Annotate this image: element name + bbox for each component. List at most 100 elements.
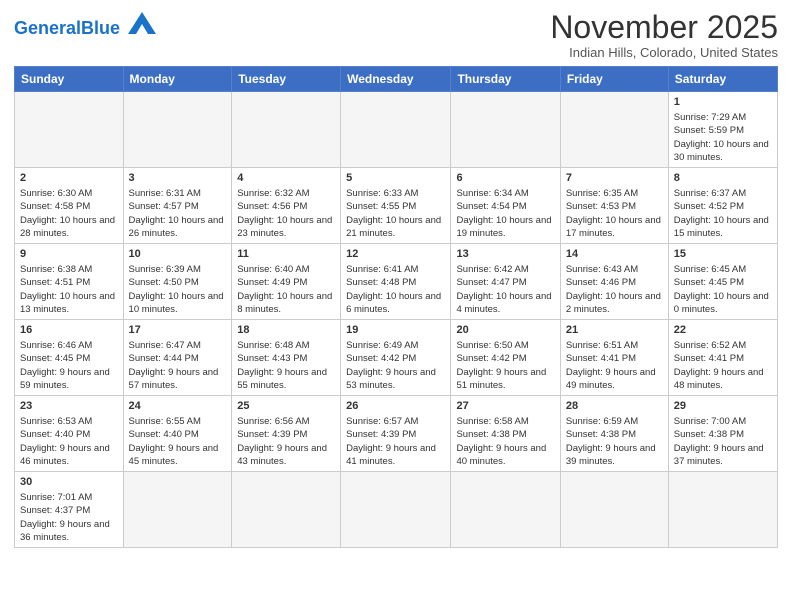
- calendar-day: 17Sunrise: 6:47 AM Sunset: 4:44 PM Dayli…: [123, 320, 232, 396]
- calendar-day: 29Sunrise: 7:00 AM Sunset: 4:38 PM Dayli…: [668, 396, 777, 472]
- day-info: Sunrise: 6:49 AM Sunset: 4:42 PM Dayligh…: [346, 339, 445, 392]
- calendar-day: 30Sunrise: 7:01 AM Sunset: 4:37 PM Dayli…: [15, 472, 124, 548]
- logo-wordmark: GeneralBlue: [14, 14, 156, 39]
- logo-text: GeneralBlue: [14, 18, 125, 38]
- day-info: Sunrise: 6:33 AM Sunset: 4:55 PM Dayligh…: [346, 187, 445, 240]
- header-tuesday: Tuesday: [232, 67, 341, 92]
- day-number: 23: [20, 399, 118, 414]
- calendar-day: 19Sunrise: 6:49 AM Sunset: 4:42 PM Dayli…: [341, 320, 451, 396]
- calendar-day: 24Sunrise: 6:55 AM Sunset: 4:40 PM Dayli…: [123, 396, 232, 472]
- calendar-day: 1Sunrise: 7:29 AM Sunset: 5:59 PM Daylig…: [668, 92, 777, 168]
- day-info: Sunrise: 6:37 AM Sunset: 4:52 PM Dayligh…: [674, 187, 772, 240]
- calendar-day: 12Sunrise: 6:41 AM Sunset: 4:48 PM Dayli…: [341, 244, 451, 320]
- calendar-day: 10Sunrise: 6:39 AM Sunset: 4:50 PM Dayli…: [123, 244, 232, 320]
- day-info: Sunrise: 6:43 AM Sunset: 4:46 PM Dayligh…: [566, 263, 663, 316]
- day-info: Sunrise: 6:58 AM Sunset: 4:38 PM Dayligh…: [456, 415, 554, 468]
- calendar-day: [560, 92, 668, 168]
- page: GeneralBlue November 2025 Indian Hills, …: [0, 0, 792, 612]
- day-info: Sunrise: 6:34 AM Sunset: 4:54 PM Dayligh…: [456, 187, 554, 240]
- day-number: 20: [456, 323, 554, 338]
- calendar-day: 15Sunrise: 6:45 AM Sunset: 4:45 PM Dayli…: [668, 244, 777, 320]
- calendar-day: [451, 472, 560, 548]
- day-number: 19: [346, 323, 445, 338]
- day-number: 1: [674, 95, 772, 110]
- calendar-day: 20Sunrise: 6:50 AM Sunset: 4:42 PM Dayli…: [451, 320, 560, 396]
- calendar-day: 2Sunrise: 6:30 AM Sunset: 4:58 PM Daylig…: [15, 168, 124, 244]
- calendar-day: 14Sunrise: 6:43 AM Sunset: 4:46 PM Dayli…: [560, 244, 668, 320]
- day-info: Sunrise: 6:47 AM Sunset: 4:44 PM Dayligh…: [129, 339, 227, 392]
- day-info: Sunrise: 6:52 AM Sunset: 4:41 PM Dayligh…: [674, 339, 772, 392]
- day-info: Sunrise: 6:53 AM Sunset: 4:40 PM Dayligh…: [20, 415, 118, 468]
- calendar-day: 21Sunrise: 6:51 AM Sunset: 4:41 PM Dayli…: [560, 320, 668, 396]
- calendar-day: [341, 92, 451, 168]
- day-number: 26: [346, 399, 445, 414]
- day-number: 11: [237, 247, 335, 262]
- header-thursday: Thursday: [451, 67, 560, 92]
- day-info: Sunrise: 7:01 AM Sunset: 4:37 PM Dayligh…: [20, 491, 118, 544]
- calendar-day: 4Sunrise: 6:32 AM Sunset: 4:56 PM Daylig…: [232, 168, 341, 244]
- logo-blue: Blue: [81, 18, 120, 38]
- day-number: 16: [20, 323, 118, 338]
- day-number: 8: [674, 171, 772, 186]
- calendar-day: 16Sunrise: 6:46 AM Sunset: 4:45 PM Dayli…: [15, 320, 124, 396]
- day-info: Sunrise: 6:32 AM Sunset: 4:56 PM Dayligh…: [237, 187, 335, 240]
- day-number: 17: [129, 323, 227, 338]
- day-number: 3: [129, 171, 227, 186]
- header-sunday: Sunday: [15, 67, 124, 92]
- day-number: 18: [237, 323, 335, 338]
- day-info: Sunrise: 6:35 AM Sunset: 4:53 PM Dayligh…: [566, 187, 663, 240]
- title-block: November 2025 Indian Hills, Colorado, Un…: [550, 10, 778, 60]
- day-info: Sunrise: 7:00 AM Sunset: 4:38 PM Dayligh…: [674, 415, 772, 468]
- day-number: 24: [129, 399, 227, 414]
- calendar-day: [232, 92, 341, 168]
- calendar-week-6: 30Sunrise: 7:01 AM Sunset: 4:37 PM Dayli…: [15, 472, 778, 548]
- day-number: 13: [456, 247, 554, 262]
- day-number: 21: [566, 323, 663, 338]
- calendar-day: 6Sunrise: 6:34 AM Sunset: 4:54 PM Daylig…: [451, 168, 560, 244]
- day-info: Sunrise: 6:46 AM Sunset: 4:45 PM Dayligh…: [20, 339, 118, 392]
- day-info: Sunrise: 7:29 AM Sunset: 5:59 PM Dayligh…: [674, 111, 772, 164]
- day-info: Sunrise: 6:31 AM Sunset: 4:57 PM Dayligh…: [129, 187, 227, 240]
- calendar-day: [15, 92, 124, 168]
- calendar-day: [123, 92, 232, 168]
- calendar-day: [668, 472, 777, 548]
- calendar-day: 5Sunrise: 6:33 AM Sunset: 4:55 PM Daylig…: [341, 168, 451, 244]
- day-number: 27: [456, 399, 554, 414]
- calendar-week-1: 1Sunrise: 7:29 AM Sunset: 5:59 PM Daylig…: [15, 92, 778, 168]
- calendar-table: Sunday Monday Tuesday Wednesday Thursday…: [14, 66, 778, 548]
- day-number: 28: [566, 399, 663, 414]
- day-info: Sunrise: 6:40 AM Sunset: 4:49 PM Dayligh…: [237, 263, 335, 316]
- calendar-day: 27Sunrise: 6:58 AM Sunset: 4:38 PM Dayli…: [451, 396, 560, 472]
- day-number: 14: [566, 247, 663, 262]
- day-number: 10: [129, 247, 227, 262]
- day-number: 12: [346, 247, 445, 262]
- day-info: Sunrise: 6:55 AM Sunset: 4:40 PM Dayligh…: [129, 415, 227, 468]
- header-friday: Friday: [560, 67, 668, 92]
- day-info: Sunrise: 6:45 AM Sunset: 4:45 PM Dayligh…: [674, 263, 772, 316]
- header-monday: Monday: [123, 67, 232, 92]
- calendar-day: 25Sunrise: 6:56 AM Sunset: 4:39 PM Dayli…: [232, 396, 341, 472]
- calendar-day: 7Sunrise: 6:35 AM Sunset: 4:53 PM Daylig…: [560, 168, 668, 244]
- day-info: Sunrise: 6:59 AM Sunset: 4:38 PM Dayligh…: [566, 415, 663, 468]
- day-info: Sunrise: 6:41 AM Sunset: 4:48 PM Dayligh…: [346, 263, 445, 316]
- day-info: Sunrise: 6:38 AM Sunset: 4:51 PM Dayligh…: [20, 263, 118, 316]
- header: GeneralBlue November 2025 Indian Hills, …: [14, 10, 778, 60]
- day-number: 29: [674, 399, 772, 414]
- day-info: Sunrise: 6:51 AM Sunset: 4:41 PM Dayligh…: [566, 339, 663, 392]
- calendar-day: 3Sunrise: 6:31 AM Sunset: 4:57 PM Daylig…: [123, 168, 232, 244]
- day-number: 7: [566, 171, 663, 186]
- day-info: Sunrise: 6:50 AM Sunset: 4:42 PM Dayligh…: [456, 339, 554, 392]
- day-number: 22: [674, 323, 772, 338]
- day-number: 9: [20, 247, 118, 262]
- logo-icon: [128, 12, 156, 34]
- calendar-day: 22Sunrise: 6:52 AM Sunset: 4:41 PM Dayli…: [668, 320, 777, 396]
- calendar-header-row: Sunday Monday Tuesday Wednesday Thursday…: [15, 67, 778, 92]
- day-info: Sunrise: 6:57 AM Sunset: 4:39 PM Dayligh…: [346, 415, 445, 468]
- calendar-week-2: 2Sunrise: 6:30 AM Sunset: 4:58 PM Daylig…: [15, 168, 778, 244]
- calendar-day: 23Sunrise: 6:53 AM Sunset: 4:40 PM Dayli…: [15, 396, 124, 472]
- calendar-day: [232, 472, 341, 548]
- day-info: Sunrise: 6:42 AM Sunset: 4:47 PM Dayligh…: [456, 263, 554, 316]
- day-number: 2: [20, 171, 118, 186]
- calendar-day: [123, 472, 232, 548]
- day-info: Sunrise: 6:30 AM Sunset: 4:58 PM Dayligh…: [20, 187, 118, 240]
